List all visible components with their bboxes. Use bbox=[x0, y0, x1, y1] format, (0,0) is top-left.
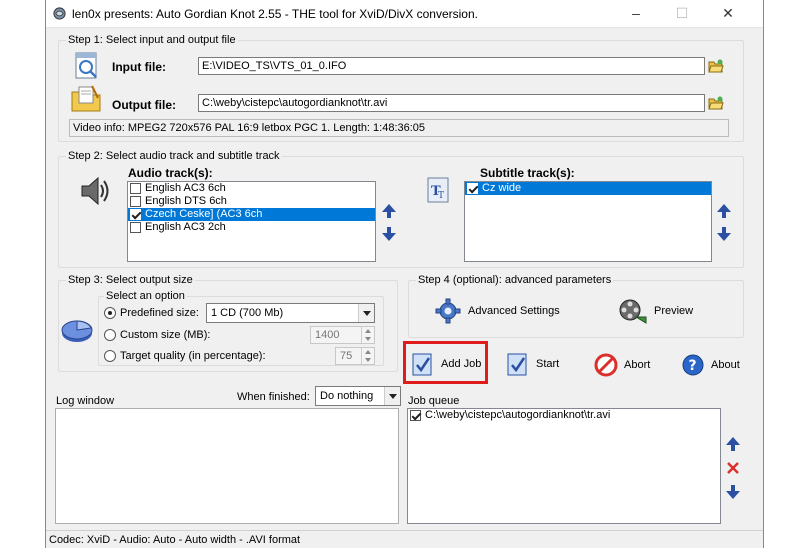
audio-track-item-label: Czech Ceske] (AC3 6ch bbox=[145, 208, 263, 220]
maximize-button[interactable]: ☐ bbox=[667, 4, 697, 22]
predefined-size-value: 1 CD (700 Mb) bbox=[211, 307, 284, 319]
about-label: About bbox=[711, 359, 740, 371]
queue-delete-icon[interactable] bbox=[726, 461, 740, 475]
checkbox[interactable] bbox=[130, 196, 141, 207]
when-finished-label: When finished: bbox=[237, 391, 310, 403]
subtitle-move-down-icon[interactable] bbox=[716, 226, 732, 242]
chevron-down-icon[interactable] bbox=[384, 387, 400, 405]
output-file-icon bbox=[71, 85, 101, 112]
about-button[interactable]: ? About bbox=[681, 350, 740, 380]
custom-size-label: Custom size (MB): bbox=[120, 329, 211, 341]
target-quality-label: Target quality (in percentage): bbox=[120, 350, 266, 362]
minimize-button[interactable]: – bbox=[621, 4, 651, 22]
start-icon bbox=[507, 353, 527, 376]
audio-tracks-list[interactable]: English AC3 6ch English DTS 6ch Czech Cesk… bbox=[127, 181, 376, 262]
step4-title: Step 4 (optional): advanced parameters bbox=[416, 274, 614, 286]
subtitle-icon: T T bbox=[427, 177, 449, 203]
title-bar[interactable]: len0x presents: Auto Gordian Knot 2.55 -… bbox=[46, 0, 763, 28]
output-file-field[interactable]: C:\weby\cistepc\autogordianknot\tr.avi bbox=[198, 94, 705, 112]
audio-move-down-icon[interactable] bbox=[381, 226, 397, 242]
audio-track-item[interactable]: English DTS 6ch bbox=[128, 195, 375, 208]
subtitle-move-up-icon[interactable] bbox=[716, 203, 732, 219]
audio-track-item[interactable]: English AC3 6ch bbox=[128, 182, 375, 195]
checkbox[interactable] bbox=[130, 183, 141, 194]
status-bar: Codec: XviD - Audio: Auto - Auto width -… bbox=[46, 530, 763, 548]
predefined-size-radio[interactable] bbox=[104, 307, 116, 319]
size-chart-icon bbox=[61, 320, 93, 342]
target-quality-spinner[interactable]: 75 bbox=[335, 347, 375, 365]
spinner-arrows-icon[interactable] bbox=[361, 348, 374, 364]
target-quality-radio[interactable] bbox=[104, 350, 116, 362]
audio-track-item[interactable]: Czech Ceske] (AC3 6ch bbox=[128, 208, 375, 221]
queue-move-up-icon[interactable] bbox=[725, 436, 741, 452]
audio-speaker-icon bbox=[81, 176, 109, 206]
checkbox[interactable] bbox=[130, 209, 141, 220]
input-file-icon bbox=[75, 52, 97, 79]
queue-move-down-icon[interactable] bbox=[725, 484, 741, 500]
step3-title: Step 3: Select output size bbox=[66, 274, 195, 286]
advanced-settings-button[interactable]: Advanced Settings bbox=[434, 296, 560, 326]
svg-text:T: T bbox=[438, 191, 444, 201]
target-quality-value: 75 bbox=[340, 350, 353, 362]
advanced-settings-label: Advanced Settings bbox=[468, 305, 560, 317]
custom-size-radio[interactable] bbox=[104, 329, 116, 341]
save-folder-icon[interactable] bbox=[708, 95, 724, 111]
add-job-icon bbox=[412, 353, 432, 376]
job-queue-item[interactable]: C:\weby\cistepc\autogordianknot\tr.avi bbox=[408, 409, 720, 422]
option-title: Select an option bbox=[104, 290, 187, 302]
checkbox[interactable] bbox=[130, 222, 141, 233]
audio-track-item-label: English AC3 6ch bbox=[145, 182, 226, 194]
step2-title: Step 2: Select audio track and subtitle … bbox=[66, 150, 282, 162]
checkbox[interactable] bbox=[410, 410, 421, 421]
add-job-label: Add Job bbox=[441, 358, 482, 370]
predefined-size-select[interactable]: 1 CD (700 Mb) bbox=[206, 303, 375, 323]
output-file-label: Output file: bbox=[112, 98, 176, 112]
add-job-button[interactable]: Add Job bbox=[411, 349, 481, 379]
job-queue-title: Job queue bbox=[408, 395, 460, 407]
start-label: Start bbox=[536, 358, 560, 370]
audio-track-item-label: English AC3 2ch bbox=[145, 221, 226, 233]
audio-track-item-label: English DTS 6ch bbox=[145, 195, 227, 207]
close-button[interactable]: ✕ bbox=[713, 4, 743, 22]
subtitle-track-item[interactable]: Cz wide bbox=[465, 182, 711, 195]
custom-size-spinner[interactable]: 1400 bbox=[310, 326, 375, 344]
open-folder-icon[interactable] bbox=[708, 58, 724, 74]
subtitle-track-item-label: Cz wide bbox=[482, 182, 522, 194]
job-queue-item-label: C:\weby\cistepc\autogordianknot\tr.avi bbox=[425, 409, 611, 421]
subtitle-tracks-list[interactable]: Cz wide bbox=[464, 181, 712, 262]
main-window: len0x presents: Auto Gordian Knot 2.55 -… bbox=[45, 0, 764, 548]
film-reel-icon bbox=[619, 299, 647, 324]
audio-move-up-icon[interactable] bbox=[381, 203, 397, 219]
start-button[interactable]: Start bbox=[506, 349, 559, 379]
checkbox[interactable] bbox=[467, 183, 478, 194]
preview-button[interactable]: Preview bbox=[618, 296, 693, 326]
audio-tracks-label: Audio track(s): bbox=[128, 166, 213, 180]
input-file-label: Input file: bbox=[112, 60, 166, 74]
when-finished-value: Do nothing bbox=[320, 390, 374, 402]
help-icon: ? bbox=[682, 354, 704, 376]
window-title: len0x presents: Auto Gordian Knot 2.55 -… bbox=[72, 7, 478, 21]
gear-icon bbox=[435, 298, 461, 324]
log-window-title: Log window bbox=[56, 395, 115, 407]
audio-track-item[interactable]: English AC3 2ch bbox=[128, 221, 375, 234]
spinner-arrows-icon[interactable] bbox=[361, 327, 374, 343]
predefined-size-label: Predefined size: bbox=[120, 307, 199, 319]
app-icon bbox=[53, 7, 66, 20]
log-window[interactable] bbox=[55, 408, 399, 524]
when-finished-select[interactable]: Do nothing bbox=[315, 386, 401, 406]
input-file-field[interactable]: E:\VIDEO_TS\VTS_01_0.IFO bbox=[198, 57, 705, 75]
step1-title: Step 1: Select input and output file bbox=[66, 34, 238, 46]
abort-label: Abort bbox=[624, 359, 651, 371]
abort-icon bbox=[594, 353, 618, 377]
preview-label: Preview bbox=[654, 305, 694, 317]
svg-text:?: ? bbox=[689, 358, 697, 374]
subtitle-tracks-label: Subtitle track(s): bbox=[480, 166, 575, 180]
job-queue-list[interactable]: C:\weby\cistepc\autogordianknot\tr.avi bbox=[407, 408, 721, 524]
abort-button[interactable]: Abort bbox=[594, 350, 650, 380]
video-info: Video info: MPEG2 720x576 PAL 16:9 letbo… bbox=[69, 119, 729, 137]
custom-size-value: 1400 bbox=[315, 329, 340, 341]
chevron-down-icon[interactable] bbox=[358, 304, 374, 322]
